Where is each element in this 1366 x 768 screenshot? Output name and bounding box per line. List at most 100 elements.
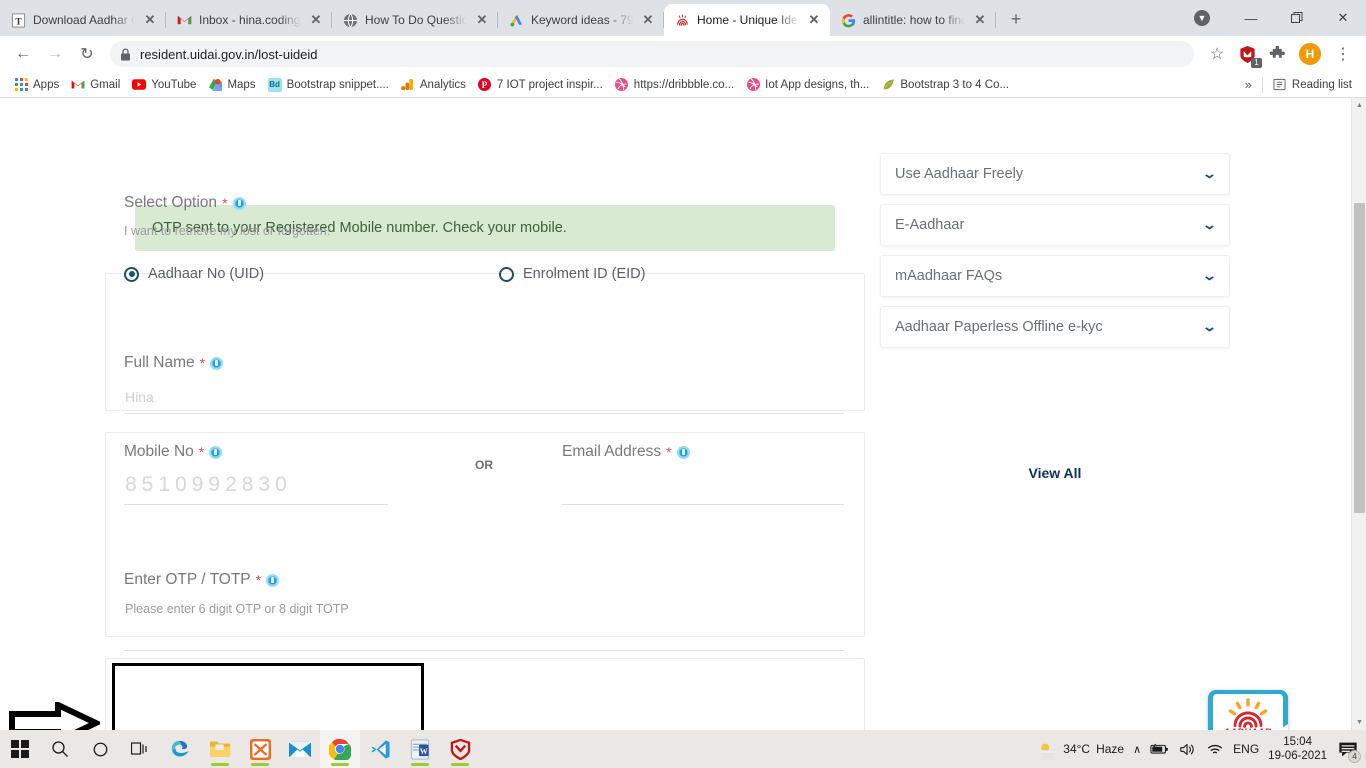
radio-uid-icon[interactable] (124, 267, 139, 282)
info-icon[interactable] (210, 357, 223, 370)
chrome-menu-button[interactable]: ⋮ (1328, 39, 1358, 69)
chrome-update-icon[interactable]: ▼ (1194, 10, 1210, 26)
scroll-down-arrow[interactable]: ▼ (1352, 715, 1366, 730)
chevron-down-icon[interactable]: ⌄ (1202, 319, 1217, 335)
file-explorer-icon[interactable] (200, 730, 240, 768)
required-asterisk: * (200, 355, 205, 371)
start-button[interactable] (0, 730, 40, 768)
bookmark-label: Bootstrap snippet.... (287, 79, 389, 91)
bookmark-apps[interactable]: Apps (8, 76, 65, 94)
browser-tab-2[interactable]: Inbox - hina.codingpu ✕ (166, 4, 332, 36)
windows-taskbar: W 34°C Haze ∧ ENG (0, 730, 1366, 768)
apps-grid-icon (14, 78, 28, 92)
info-icon[interactable] (233, 197, 246, 210)
address-bar[interactable]: resident.uidai.gov.in/lost-uideid (110, 41, 1194, 67)
maximize-button[interactable] (1274, 2, 1320, 34)
chrome-icon[interactable] (320, 730, 360, 768)
weather-widget[interactable]: 34°C Haze (1037, 741, 1124, 758)
minimize-button[interactable]: — (1228, 2, 1274, 34)
radio-uid-label: Aadhaar No (UID) (148, 266, 264, 282)
info-icon[interactable] (677, 446, 690, 459)
ask-aadhaar-widget[interactable]: AADHAAR Ask Aadhaar (1208, 690, 1288, 730)
xampp-icon[interactable] (240, 730, 280, 768)
bookmark-maps[interactable]: Maps (202, 76, 261, 94)
mcafee-extension-icon[interactable]: 1 (1234, 41, 1260, 67)
speaker-icon[interactable] (1179, 742, 1197, 757)
reading-list-button[interactable]: Reading list (1267, 76, 1358, 94)
faq-item-label: mAadhaar FAQs (895, 268, 1002, 284)
notification-center-button[interactable]: 4 (1336, 736, 1360, 762)
divider (1262, 77, 1263, 93)
bookmark-dribbble-2[interactable]: Iot App designs, th... (740, 76, 875, 94)
full-name-label: Full Name * (124, 354, 223, 372)
faq-item-label: E-Aadhaar (895, 217, 964, 233)
browser-tab-6-title: allintitle: how to find a (863, 13, 965, 27)
reload-button[interactable]: ↻ (72, 39, 102, 69)
radio-option-eid[interactable]: Enrolment ID (EID) (499, 266, 645, 282)
google-icon (840, 12, 856, 28)
browser-tab-4[interactable]: Keyword ideas - 796-8 ✕ (498, 4, 664, 36)
browser-tab-3[interactable]: How To Do Question D ✕ (332, 4, 498, 36)
page-content: OTP sent to your Registered Mobile numbe… (0, 98, 1366, 730)
browser-tab-4-title: Keyword ideas - 796-8 (531, 13, 633, 27)
close-icon[interactable]: ✕ (806, 12, 822, 28)
faq-item-paperless-ekyc[interactable]: Aadhaar Paperless Offline e-kyc ⌄ (880, 306, 1230, 348)
bookmark-bootstrap-3to4[interactable]: Bootstrap 3 to 4 Co... (875, 76, 1015, 94)
clock[interactable]: 15:04 19-06-2021 (1268, 735, 1327, 764)
chevron-down-icon[interactable]: ⌄ (1202, 217, 1217, 233)
word-icon[interactable]: W (400, 730, 440, 768)
close-icon[interactable]: ✕ (142, 12, 158, 28)
radio-option-uid[interactable]: Aadhaar No (UID) (124, 266, 264, 282)
back-button[interactable]: ← (8, 39, 38, 69)
faq-item-use-aadhaar-freely[interactable]: Use Aadhaar Freely ⌄ (880, 153, 1230, 195)
full-name-input[interactable]: Hina (125, 389, 154, 405)
browser-tab-1[interactable]: T Download Aadhar Card ✕ (0, 4, 166, 36)
chevron-down-icon[interactable]: ⌄ (1202, 268, 1217, 284)
browser-tab-5-active[interactable]: Home - Unique Identi ✕ (664, 4, 830, 36)
faq-item-maadhaar-faqs[interactable]: mAadhaar FAQs ⌄ (880, 255, 1230, 297)
close-icon[interactable]: ✕ (972, 12, 988, 28)
radio-eid-icon[interactable] (499, 267, 514, 282)
bookmarks-overflow-button[interactable]: » (1239, 77, 1258, 92)
language-indicator[interactable]: ENG (1233, 742, 1259, 756)
scroll-up-arrow[interactable]: ▲ (1352, 98, 1366, 113)
mobile-no-input[interactable]: 8510992830 (125, 473, 292, 497)
reading-list-icon (1273, 78, 1287, 92)
close-icon[interactable]: ✕ (474, 12, 490, 28)
chevron-down-icon[interactable]: ⌄ (1202, 166, 1217, 182)
puzzle-piece-icon[interactable] (1262, 39, 1292, 69)
close-window-button[interactable]: ✕ (1320, 2, 1366, 34)
faq-item-e-aadhaar[interactable]: E-Aadhaar ⌄ (880, 204, 1230, 246)
bookmark-dribbble-1[interactable]: https://dribbble.co... (609, 76, 740, 94)
tray-overflow-chevron[interactable]: ∧ (1133, 743, 1141, 756)
search-icon[interactable] (40, 730, 80, 768)
info-icon[interactable] (266, 574, 279, 587)
info-icon[interactable] (209, 446, 222, 459)
page-scrollbar[interactable]: ▲ ▼ (1351, 98, 1366, 730)
task-view-icon[interactable] (120, 730, 160, 768)
vscode-icon[interactable] (360, 730, 400, 768)
bookmark-analytics[interactable]: Analytics (395, 76, 472, 94)
close-icon[interactable]: ✕ (308, 12, 324, 28)
bookmark-gmail[interactable]: Gmail (65, 76, 126, 94)
browser-tab-5-title: Home - Unique Identi (697, 13, 799, 27)
new-tab-button[interactable]: + (1002, 5, 1030, 33)
scrollbar-thumb[interactable] (1354, 203, 1365, 513)
edge-icon[interactable] (160, 730, 200, 768)
profile-avatar[interactable]: H (1299, 43, 1321, 65)
close-icon[interactable]: ✕ (640, 12, 656, 28)
bookmark-youtube[interactable]: YouTube (126, 76, 202, 94)
battery-icon[interactable] (1150, 742, 1170, 756)
browser-tab-6[interactable]: allintitle: how to find a ✕ (830, 4, 996, 36)
bookmark-bootstrap-snippet[interactable]: Bd Bootstrap snippet.... (262, 76, 395, 94)
mail-icon[interactable] (280, 730, 320, 768)
bookmark-iot-project[interactable]: P 7 IOT project inspir... (472, 76, 609, 94)
bookmark-label: Bootstrap 3 to 4 Co... (900, 79, 1009, 91)
cortana-icon[interactable] (80, 730, 120, 768)
bookmark-star-icon[interactable]: ☆ (1202, 39, 1232, 69)
faq-view-all-link[interactable]: View All (880, 465, 1230, 481)
mcafee-icon[interactable] (440, 730, 480, 768)
forward-button[interactable]: → (40, 39, 70, 69)
wifi-icon[interactable] (1206, 742, 1224, 756)
weather-desc: Haze (1096, 742, 1124, 756)
